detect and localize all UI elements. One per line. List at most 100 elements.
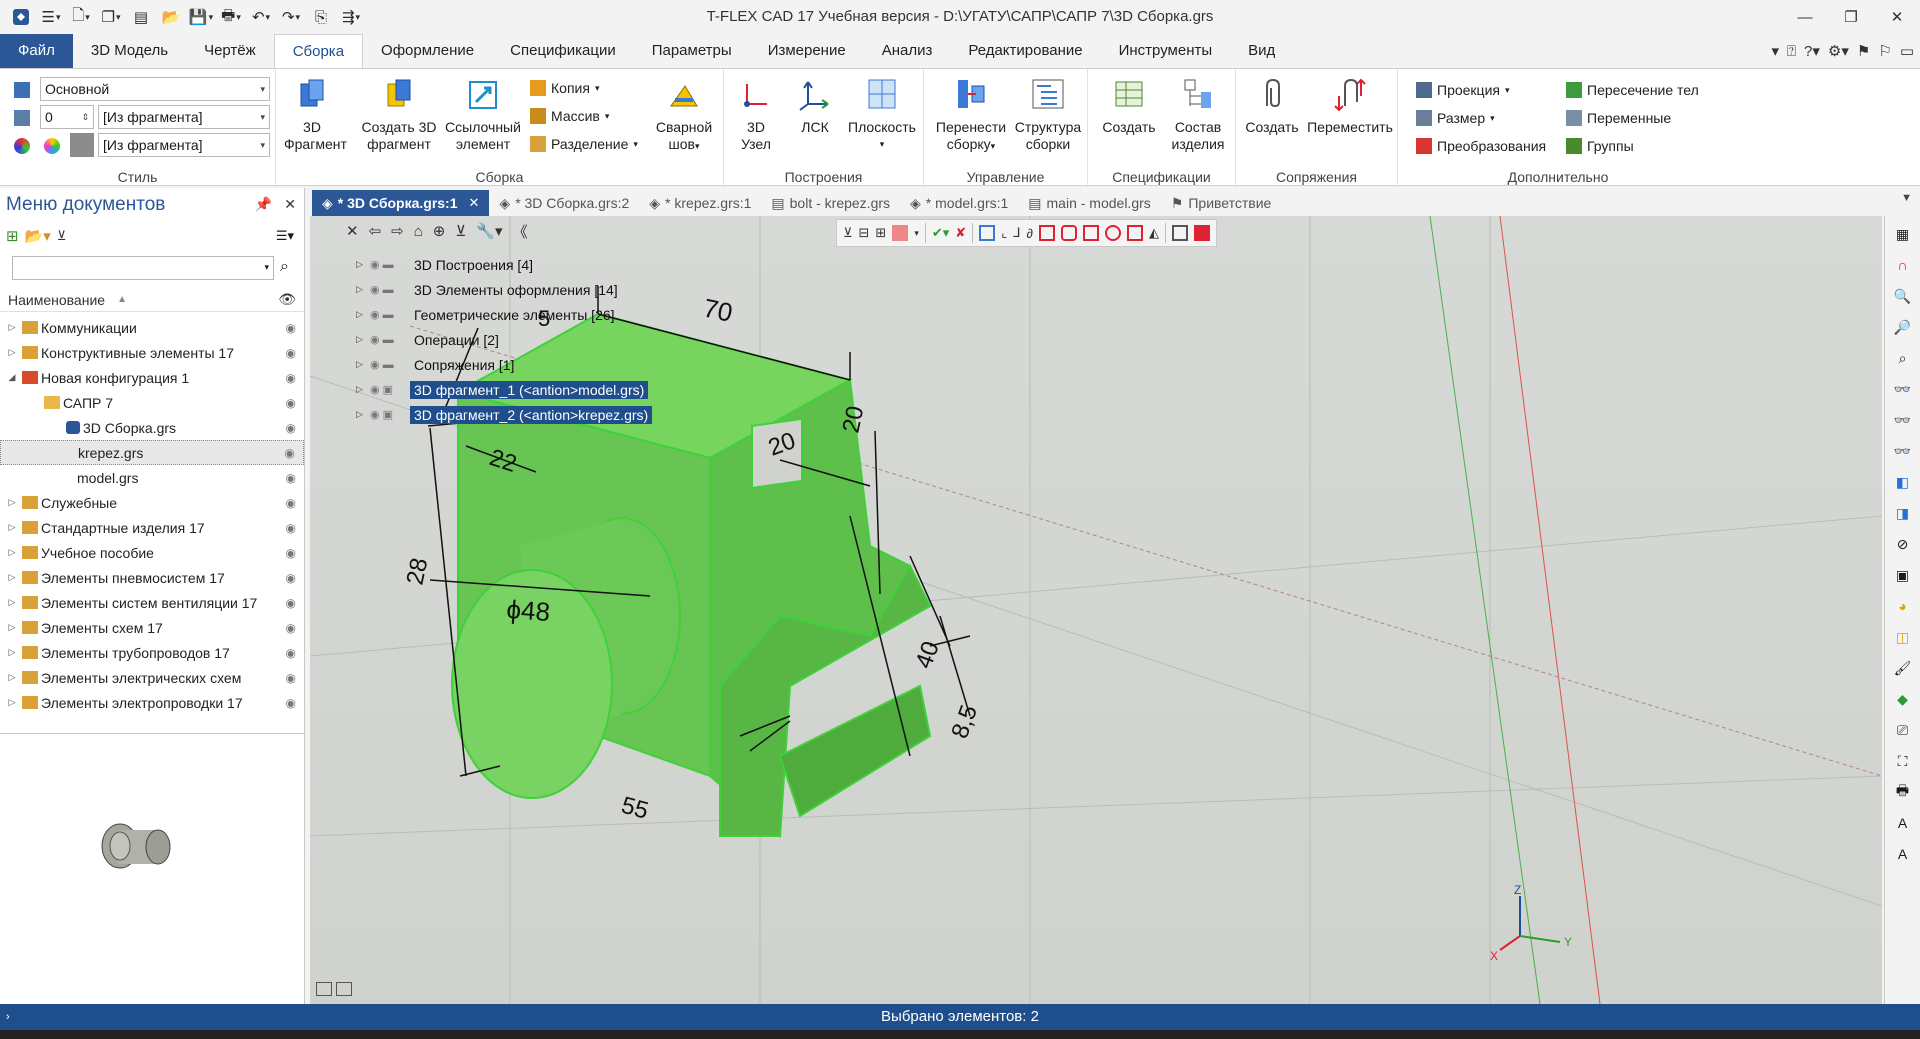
visibility-eye-icon[interactable]: ◉ bbox=[286, 696, 296, 710]
column-header[interactable]: Наименование ▲ 👁 bbox=[0, 288, 304, 312]
redo-icon[interactable]: ↷ ▾ bbox=[278, 4, 304, 30]
visibility-eye-icon[interactable]: ◉ bbox=[286, 571, 296, 585]
document-tab[interactable]: ▤ main - model.grs bbox=[1018, 190, 1161, 216]
model-tree-item[interactable]: ▷ ◉ ▣ 3D фрагмент_1 (<antion>model.grs) bbox=[356, 377, 652, 402]
tab-view[interactable]: Вид bbox=[1230, 34, 1293, 68]
printer-3d-icon[interactable]: 🖶 bbox=[1891, 780, 1915, 804]
filter-icon[interactable]: ⊻ bbox=[57, 228, 67, 244]
visibility-eye-icon[interactable]: ◉ bbox=[286, 346, 296, 360]
zoom-icon[interactable]: 🔍 bbox=[1891, 284, 1915, 308]
new-document-icon[interactable]: 🗋 ▾ bbox=[68, 4, 94, 30]
text-small-icon[interactable]: A bbox=[1891, 842, 1915, 866]
view-edge-icon[interactable] bbox=[1082, 225, 1099, 241]
product-composition-button[interactable]: Состав изделия bbox=[1164, 75, 1232, 153]
view-body-icon[interactable] bbox=[1038, 225, 1055, 241]
view-node-icon[interactable]: ⌞ bbox=[1001, 225, 1007, 241]
tree-expander-icon[interactable]: ▷ bbox=[6, 322, 18, 333]
dim-diameter-48[interactable]: ϕ48 bbox=[506, 594, 551, 627]
view-top-icon[interactable]: 👓 bbox=[1891, 408, 1915, 432]
open-folder-icon[interactable]: 📂 bbox=[158, 4, 184, 30]
paint-icon[interactable]: 🖌 bbox=[1891, 656, 1915, 680]
search-icon[interactable]: ⌕ bbox=[280, 258, 289, 276]
visibility-eye-icon[interactable]: ◉ bbox=[286, 371, 296, 385]
visibility-eye-icon[interactable]: ◉ bbox=[286, 621, 296, 635]
tree-item[interactable]: ▷ Служебные ◉ bbox=[0, 490, 304, 515]
3d-node-button[interactable]: 3D Узел bbox=[730, 75, 782, 153]
array-button[interactable]: Массив ▾ bbox=[530, 105, 609, 127]
tree-expander-icon[interactable]: ▷ bbox=[6, 547, 18, 558]
view-shape-icon[interactable]: ◭ bbox=[1149, 225, 1159, 241]
document-tab[interactable]: ◈ * krepez.grs:1 bbox=[639, 190, 761, 216]
cancel-icon[interactable]: ✘ bbox=[955, 225, 966, 241]
tree-item[interactable]: ▷ Учебное пособие ◉ bbox=[0, 540, 304, 565]
template-icon[interactable]: ▤ bbox=[128, 4, 154, 30]
document-tab[interactable]: ◈ * model.grs:1 bbox=[900, 190, 1018, 216]
macro-icon[interactable]: ⇶ ▾ bbox=[338, 4, 364, 30]
tab-analysis[interactable]: Анализ bbox=[864, 34, 951, 68]
material-icon[interactable]: ◆ bbox=[1891, 687, 1915, 711]
collapse-panel-icon[interactable]: 《 bbox=[513, 221, 528, 242]
add-config-icon[interactable]: ⊞ bbox=[6, 227, 19, 245]
view-front-icon[interactable]: 👓 bbox=[1891, 377, 1915, 401]
restore-icon[interactable]: ❐ bbox=[1828, 0, 1874, 34]
view-face-icon[interactable] bbox=[1060, 225, 1077, 241]
tree-filter-icon[interactable]: ⊻ bbox=[455, 222, 466, 240]
zoom-window-icon[interactable]: 🔎 bbox=[1891, 315, 1915, 339]
tab-tools[interactable]: Инструменты bbox=[1101, 34, 1231, 68]
document-tab[interactable]: ◈ * 3D Сборка.grs:1 ✕ bbox=[312, 190, 490, 216]
list-options-icon[interactable]: ☰▾ bbox=[276, 228, 294, 244]
view-cube-icon[interactable] bbox=[1171, 225, 1188, 241]
tree-item[interactable]: ◢ Новая конфигурация 1 ◉ bbox=[0, 365, 304, 390]
tab-assembly[interactable]: Сборка bbox=[273, 34, 364, 68]
settings-gear-icon[interactable]: ⚙▾ bbox=[1828, 42, 1849, 60]
reference-element-button[interactable]: Ссылочный элемент bbox=[442, 75, 524, 153]
dim-20-b[interactable]: 20 bbox=[837, 404, 869, 436]
view-side-icon[interactable]: 👓 bbox=[1891, 439, 1915, 463]
tree-item[interactable]: ▷ Элементы трубопроводов 17 ◉ bbox=[0, 640, 304, 665]
render-icon[interactable]: ⛶ bbox=[1891, 749, 1915, 773]
document-tab[interactable]: ◈ * 3D Сборка.grs:2 bbox=[489, 190, 639, 216]
create-3d-fragment-button[interactable]: Создать 3D фрагмент bbox=[358, 75, 440, 153]
tree-item[interactable]: ▷ Коммуникации ◉ bbox=[0, 315, 304, 340]
tree-item[interactable]: САПР 7 ◉ bbox=[0, 390, 304, 415]
model-tree-expander-icon[interactable]: ▷ bbox=[356, 259, 370, 270]
minimize-icon[interactable]: — bbox=[1782, 0, 1828, 34]
model-tree-expander-icon[interactable]: ▷ bbox=[356, 284, 370, 295]
variables-button[interactable]: Переменные bbox=[1566, 107, 1671, 129]
undo-icon[interactable]: ↶ ▾ bbox=[248, 4, 274, 30]
tree-item[interactable]: ▷ Элементы пневмосистем 17 ◉ bbox=[0, 565, 304, 590]
model-tree-expander-icon[interactable]: ▷ bbox=[356, 359, 370, 370]
color-from-combo[interactable]: [Из фрагмента] ▾ bbox=[98, 133, 270, 157]
magnet-icon[interactable]: ∩ bbox=[1891, 253, 1915, 277]
tab-editing[interactable]: Редактирование bbox=[950, 34, 1100, 68]
tree-expander-icon[interactable]: ▷ bbox=[6, 647, 18, 658]
close-icon[interactable]: ✕ bbox=[1874, 0, 1920, 34]
view-plane-icon[interactable] bbox=[979, 225, 996, 241]
help-search-icon[interactable]: ⍰ bbox=[1787, 43, 1796, 60]
window-layout-icon[interactable]: ▦ bbox=[1891, 222, 1915, 246]
tree-expander-icon[interactable]: ▷ bbox=[6, 672, 18, 683]
sphere-icon[interactable]: ◕ bbox=[1891, 594, 1915, 618]
dim-70[interactable]: 70 bbox=[701, 293, 736, 328]
tab-specifications[interactable]: Спецификации bbox=[492, 34, 634, 68]
mate-move-button[interactable]: Переместить bbox=[1304, 75, 1396, 136]
help-icon[interactable]: ?▾ bbox=[1804, 42, 1820, 60]
flag-alt-icon[interactable]: ⚐ bbox=[1878, 42, 1891, 60]
axis-gizmo[interactable]: Z Y X bbox=[1490, 883, 1572, 963]
display-wire-icon[interactable]: ◨ bbox=[1891, 501, 1915, 525]
view-link-icon[interactable]: ∂ bbox=[1027, 226, 1033, 241]
copy-button[interactable]: Копия ▾ bbox=[530, 77, 599, 99]
tree-expander-icon[interactable]: ▷ bbox=[6, 522, 18, 533]
model-tree-expander-icon[interactable]: ▷ bbox=[356, 409, 370, 420]
color-wheel-icon[interactable] bbox=[44, 135, 60, 157]
camera-icon[interactable]: ⎚ bbox=[1891, 718, 1915, 742]
tree-expander-icon[interactable]: ▷ bbox=[6, 697, 18, 708]
groups-button[interactable]: Группы bbox=[1566, 135, 1634, 157]
3d-fragment-button[interactable]: 3D Фрагмент bbox=[284, 75, 347, 153]
print-icon[interactable]: 🖶 ▾ bbox=[218, 4, 244, 30]
visibility-eye-icon[interactable]: ◉ bbox=[286, 546, 296, 560]
dim-8-5[interactable]: 8,5 bbox=[946, 701, 983, 742]
visibility-eye-icon[interactable]: ◉ bbox=[286, 671, 296, 685]
mate-create-button[interactable]: Создать bbox=[1242, 75, 1302, 136]
view-vertex-icon[interactable] bbox=[1104, 225, 1121, 241]
